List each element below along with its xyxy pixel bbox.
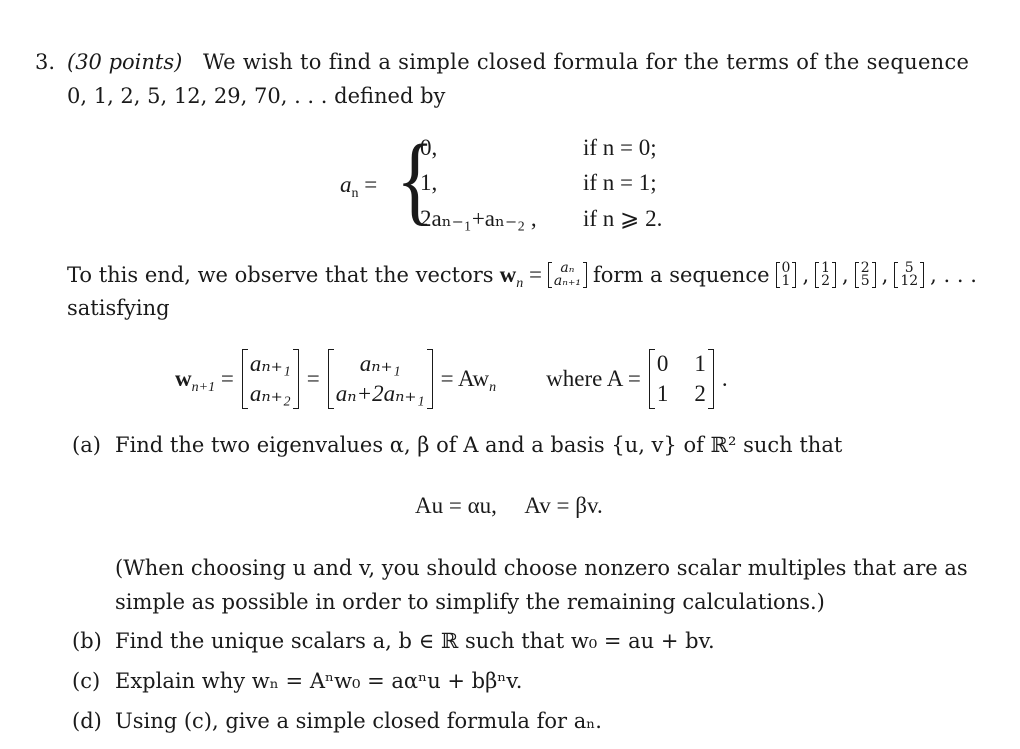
- case-0-value: 0,: [420, 135, 438, 160]
- part-c-label: (c): [72, 669, 101, 693]
- problem-intro-line1: We wish to find a simple closed formula …: [203, 50, 970, 74]
- problem-points: (30 points): [67, 50, 183, 74]
- vectors-sentence: To this end, we observe that the vectors…: [67, 260, 977, 291]
- vector-2-top: aₙ₊₁: [359, 351, 401, 376]
- vectors-prefix: To this end, we observe that the vectors: [67, 263, 494, 287]
- seq-vector-bottom: 12: [900, 273, 919, 289]
- part-c-text: Explain why wₙ = Aⁿw₀ = aαⁿu + bβⁿv.: [115, 669, 523, 693]
- defined-by: defined by: [334, 84, 446, 108]
- part-b-label: (b): [72, 629, 102, 653]
- case-1-condition: if n = 1;: [583, 170, 657, 195]
- matrix-cell: 1: [656, 381, 669, 406]
- equation-period: .: [721, 366, 728, 391]
- eigen-equation: Au = αu, Av = βv.: [415, 493, 603, 518]
- recurrence-a-sub: n: [351, 186, 359, 201]
- where-text: where A =: [546, 366, 641, 391]
- vectors-middle: form a sequence: [592, 263, 770, 287]
- matrix-cell: 2: [694, 381, 706, 406]
- seq-vector-bottom: 2: [821, 273, 831, 289]
- seq-vector-2: 25: [854, 261, 876, 289]
- part-a-note-line2: simple as possible in order to simplify …: [115, 590, 825, 614]
- vectors-ellipsis: , . . .: [930, 263, 977, 287]
- w-sub: n: [516, 276, 524, 291]
- w-symbol: w: [499, 262, 517, 287]
- problem-number: 3.: [35, 50, 56, 74]
- part-a-label: (a): [72, 433, 101, 457]
- problem-intro-line2: 0, 1, 2, 5, 12, 29, 70, . . . defined by: [67, 84, 445, 108]
- satisfying-text: satisfying: [67, 296, 170, 320]
- rhs-sub: n: [489, 380, 497, 395]
- part-b-text: Find the unique scalars a, b ∈ ℝ such th…: [115, 629, 715, 653]
- seq-vector-0: 01: [775, 261, 797, 289]
- recurrence-lhs: an =: [340, 172, 378, 201]
- part-a-text: Find the two eigenvalues α, β of A and a…: [115, 433, 843, 457]
- part-a-note-line1: (When choosing u and v, you should choos…: [115, 556, 968, 580]
- recurrence-a: a: [340, 172, 352, 197]
- w-sub: n+1: [191, 380, 216, 395]
- seq-vector-bottom: 1: [781, 273, 791, 289]
- vector-1-bottom: aₙ₊₂: [249, 381, 291, 406]
- part-d-label: (d): [72, 709, 102, 733]
- rhs: = Aw: [440, 366, 490, 391]
- vector-2-bottom: aₙ+2aₙ₊₁: [335, 381, 425, 406]
- matrix-A: 01 12: [648, 349, 714, 409]
- case-2-condition: if n ⩾ 2.: [583, 206, 663, 231]
- matrix-cell: 0: [656, 351, 669, 376]
- case-1-value: 1,: [420, 170, 438, 195]
- matrix-equation: wn+1 = aₙ₊₁ aₙ₊₂ = aₙ₊₁ aₙ+2aₙ₊₁ = Awn w…: [175, 349, 728, 409]
- case-2-value: 2aₙ₋₁+aₙ₋₂ ,: [420, 206, 537, 231]
- case-0-condition: if n = 0;: [583, 135, 657, 160]
- vector-1-top: aₙ₊₁: [249, 351, 291, 376]
- matrix-cell: 1: [694, 351, 706, 376]
- vector-2: aₙ₊₁ aₙ+2aₙ₊₁: [327, 349, 433, 409]
- seq-vector-3: 5 12: [894, 261, 925, 289]
- sequence-terms: 0, 1, 2, 5, 12, 29, 70, . . .: [67, 84, 328, 108]
- seq-vector-1: 12: [815, 261, 836, 289]
- w-symbol: w: [175, 366, 192, 391]
- vector-1: aₙ₊₁ aₙ₊₂: [241, 349, 299, 409]
- wn-vector: aₙ aₙ₊₁: [547, 261, 587, 289]
- seq-vector-bottom: 5: [860, 273, 870, 289]
- wn-vector-bottom: aₙ₊₁: [553, 273, 581, 289]
- part-d-text: Using (c), give a simple closed formula …: [115, 709, 602, 733]
